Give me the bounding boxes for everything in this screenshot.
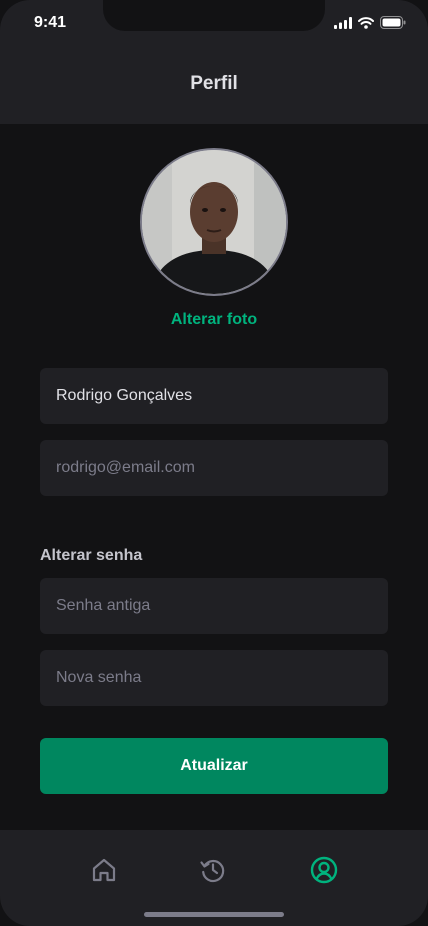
user-circle-icon [310, 856, 338, 884]
tab-history[interactable] [197, 854, 229, 886]
avatar[interactable] [140, 148, 288, 296]
change-password-heading: Alterar senha [40, 547, 143, 564]
tab-home[interactable] [88, 854, 120, 886]
tab-profile[interactable] [308, 854, 340, 886]
battery-icon [380, 16, 406, 29]
home-icon [92, 858, 116, 882]
old-password-input[interactable] [40, 578, 388, 634]
device-notch [103, 0, 325, 31]
home-indicator [144, 912, 284, 917]
email-input[interactable] [40, 440, 388, 496]
signal-icon [334, 16, 352, 29]
update-button[interactable]: Atualizar [40, 738, 388, 794]
status-icons [334, 16, 406, 29]
new-password-input[interactable] [40, 650, 388, 706]
tab-bar [0, 830, 428, 926]
name-input[interactable] [40, 368, 388, 424]
history-icon [200, 859, 225, 883]
status-time: 9:41 [34, 14, 67, 31]
change-photo-link[interactable]: Alterar foto [0, 311, 428, 329]
wifi-icon [358, 16, 374, 29]
profile-screen: 9:41 Perfil Alterar foto Rodrigo Gonçalv… [0, 0, 428, 926]
avatar-photo [142, 150, 286, 294]
header: 9:41 Perfil [0, 0, 428, 124]
page-title: Perfil [190, 73, 238, 94]
